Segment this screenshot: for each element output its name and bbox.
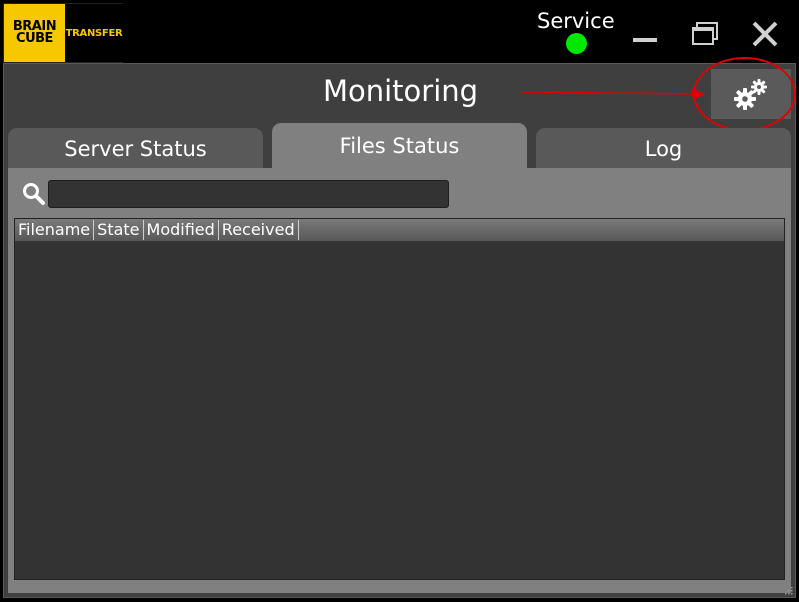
tab-log[interactable]: Log bbox=[536, 128, 791, 169]
column-header-filename[interactable]: Filename bbox=[15, 220, 95, 240]
gears-icon bbox=[734, 79, 767, 110]
app-window: BRAIN CUBE TRANSFER Service Monitoring S… bbox=[0, 0, 799, 602]
column-header-modified[interactable]: Modified bbox=[144, 220, 219, 240]
logo-transfer: TRANSFER bbox=[65, 4, 123, 62]
page-title: Monitoring bbox=[322, 74, 479, 108]
maximize-icon bbox=[692, 22, 718, 45]
service-status-indicator bbox=[566, 33, 587, 54]
tab-files-status[interactable]: Files Status bbox=[272, 123, 527, 169]
close-button[interactable] bbox=[747, 16, 783, 52]
column-header-state[interactable]: State bbox=[94, 220, 144, 240]
files-table: Filename State Modified Received bbox=[14, 218, 785, 580]
braincube-transfer-logo: BRAIN CUBE TRANSFER bbox=[3, 3, 123, 63]
table-header: Filename State Modified Received bbox=[15, 219, 784, 241]
search-input[interactable] bbox=[48, 180, 449, 208]
search-icon bbox=[23, 183, 45, 205]
minimize-icon bbox=[633, 38, 657, 42]
tab-server-status[interactable]: Server Status bbox=[8, 128, 263, 169]
logo-line2: CUBE bbox=[16, 31, 53, 46]
settings-button[interactable] bbox=[711, 69, 791, 119]
logo-braincube: BRAIN CUBE bbox=[4, 4, 65, 62]
maximize-button[interactable] bbox=[687, 16, 723, 52]
close-icon bbox=[752, 21, 778, 47]
files-status-tab-content: Filename State Modified Received bbox=[8, 168, 791, 593]
monitoring-panel: Monitoring Server Status Files Status Lo… bbox=[3, 57, 796, 598]
column-header-received[interactable]: Received bbox=[219, 220, 299, 240]
minimize-button[interactable] bbox=[627, 16, 663, 52]
service-label: Service bbox=[537, 9, 615, 33]
resize-grip-icon[interactable] bbox=[783, 585, 793, 595]
